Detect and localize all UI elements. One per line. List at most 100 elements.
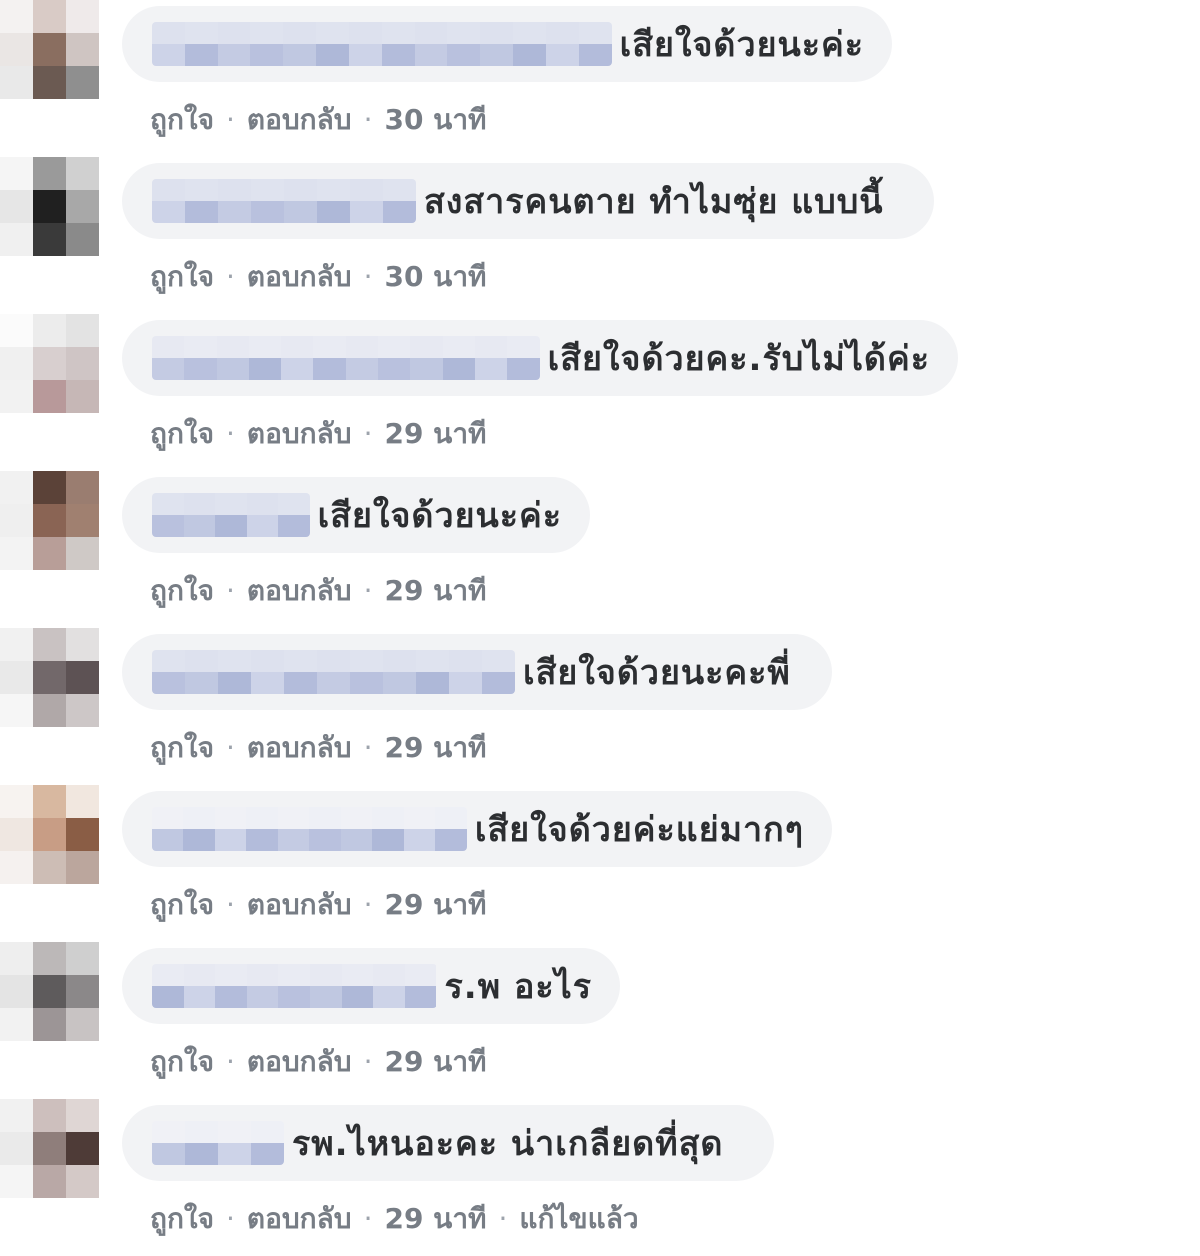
- reply-button[interactable]: ตอบกลับ: [247, 417, 352, 450]
- commenter-name[interactable]: [152, 1121, 284, 1165]
- like-button[interactable]: ถูกใจ: [150, 731, 214, 764]
- name-censor-pixel: [218, 650, 251, 672]
- comment-timestamp[interactable]: 30 นาที: [384, 103, 486, 136]
- avatar[interactable]: [0, 0, 99, 99]
- comment-timestamp[interactable]: 29 นาที: [384, 1202, 486, 1235]
- comment-timestamp[interactable]: 29 นาที: [384, 574, 486, 607]
- name-censor-pixel: [447, 22, 481, 44]
- name-censor-pixel: [214, 807, 247, 829]
- avatar-pixel: [0, 628, 33, 661]
- reply-button[interactable]: ตอบกลับ: [247, 888, 352, 921]
- name-censor-pixel: [350, 672, 383, 694]
- name-censor-pixel: [152, 807, 184, 829]
- comment-actions: ถูกใจ · ตอบกลับ · 29 นาที: [150, 1040, 487, 1084]
- avatar-pixel: [66, 942, 99, 975]
- name-censor-pixel: [340, 807, 373, 829]
- name-censor-pixel: [216, 336, 249, 358]
- name-censor-pixel: [317, 650, 350, 672]
- separator-dot: ·: [363, 574, 373, 607]
- commenter-name[interactable]: [152, 22, 612, 66]
- name-censor-pixel: [578, 44, 612, 66]
- avatar-pixel: [66, 504, 99, 537]
- reply-button[interactable]: ตอบกลับ: [247, 260, 352, 293]
- avatar-pixel: [33, 1008, 66, 1041]
- edited-label[interactable]: แก้ไขแล้ว: [519, 1202, 638, 1235]
- name-censor-pixel: [281, 358, 314, 380]
- name-censor-pixel: [442, 358, 475, 380]
- name-censor-pixel: [250, 22, 284, 44]
- separator-dot: ·: [363, 1045, 373, 1078]
- avatar[interactable]: [0, 471, 99, 570]
- avatar-pixel: [66, 190, 99, 223]
- comment-text: รพ.ไหนอะคะ น่าเกลียดที่สุด: [292, 1124, 724, 1164]
- name-censor-pixel: [216, 358, 249, 380]
- reply-button[interactable]: ตอบกลับ: [247, 574, 352, 607]
- name-censor-pixel: [348, 22, 382, 44]
- comment-bubble: เสียใจด้วยค่ะแย่มากๆ: [122, 791, 832, 867]
- separator-dot: ·: [225, 888, 235, 921]
- comment-text: เสียใจด้วยนะค่ะ: [317, 496, 562, 536]
- like-button[interactable]: ถูกใจ: [150, 888, 214, 921]
- avatar-pixel: [66, 314, 99, 347]
- avatar[interactable]: [0, 785, 99, 884]
- name-censor-pixel: [404, 986, 437, 1008]
- reply-button[interactable]: ตอบกลับ: [247, 1045, 352, 1078]
- like-button[interactable]: ถูกใจ: [150, 417, 214, 450]
- avatar-pixel: [33, 504, 66, 537]
- name-censor-pixel: [578, 22, 612, 44]
- name-censor-pixel: [246, 964, 279, 986]
- comment-text: ร.พ อะไร: [444, 967, 592, 1007]
- name-censor-pixel: [185, 179, 218, 201]
- commenter-name[interactable]: [152, 179, 416, 223]
- like-button[interactable]: ถูกใจ: [150, 103, 214, 136]
- commenter-name[interactable]: [152, 650, 515, 694]
- avatar[interactable]: [0, 628, 99, 727]
- comment-timestamp[interactable]: 29 นาที: [384, 888, 486, 921]
- name-censor-pixel: [507, 336, 540, 358]
- avatar-pixel: [33, 347, 66, 380]
- name-censor-pixel: [317, 179, 350, 201]
- avatar-pixel: [33, 694, 66, 727]
- comment-bubble: ร.พ อะไร: [122, 948, 620, 1024]
- avatar[interactable]: [0, 157, 99, 256]
- name-censor-pixel: [350, 201, 383, 223]
- name-censor-pixel: [217, 22, 251, 44]
- commenter-name[interactable]: [152, 807, 467, 851]
- commenter-name[interactable]: [152, 336, 540, 380]
- name-censor-pixel: [152, 336, 185, 358]
- avatar[interactable]: [0, 1099, 99, 1198]
- commenter-name[interactable]: [152, 493, 310, 537]
- like-button[interactable]: ถูกใจ: [150, 574, 214, 607]
- reply-button[interactable]: ตอบกลับ: [247, 103, 352, 136]
- name-censor-pixel: [183, 515, 216, 537]
- name-censor-pixel: [251, 672, 284, 694]
- avatar[interactable]: [0, 314, 99, 413]
- avatar-pixel: [66, 471, 99, 504]
- avatar-pixel: [0, 471, 33, 504]
- like-button[interactable]: ถูกใจ: [150, 1202, 214, 1235]
- comment-actions: ถูกใจ · ตอบกลับ · 29 นาที: [150, 412, 487, 456]
- name-censor-pixel: [474, 358, 508, 380]
- reply-button[interactable]: ตอบกลับ: [247, 1202, 352, 1235]
- like-button[interactable]: ถูกใจ: [150, 260, 214, 293]
- comment-timestamp[interactable]: 30 นาที: [384, 260, 486, 293]
- avatar-pixel: [0, 33, 33, 66]
- name-censor-pixel: [246, 493, 279, 515]
- avatar-pixel: [33, 380, 66, 413]
- name-censor-pixel: [317, 672, 350, 694]
- like-button[interactable]: ถูกใจ: [150, 1045, 214, 1078]
- comment-timestamp[interactable]: 29 นาที: [384, 731, 486, 764]
- name-censor-pixel: [215, 493, 247, 515]
- reply-button[interactable]: ตอบกลับ: [247, 731, 352, 764]
- comment-bubble: เสียใจด้วยนะค่ะ: [122, 6, 892, 82]
- name-censor-pixel: [152, 201, 185, 223]
- comment-timestamp[interactable]: 29 นาที: [384, 417, 486, 450]
- name-censor-pixel: [410, 336, 443, 358]
- name-censor-pixel: [152, 22, 185, 44]
- avatar[interactable]: [0, 942, 99, 1041]
- comment-timestamp[interactable]: 29 นาที: [384, 1045, 486, 1078]
- commenter-name[interactable]: [152, 964, 437, 1008]
- comment-bubble: เสียใจด้วยคะ.รับไม่ได้ค่ะ: [122, 320, 958, 396]
- comment-item: เสียใจด้วยคะ.รับไม่ได้ค่ะ ถูกใจ · ตอบกลับ ·…: [0, 314, 1200, 471]
- comment-bubble: รพ.ไหนอะคะ น่าเกลียดที่สุด: [122, 1105, 774, 1181]
